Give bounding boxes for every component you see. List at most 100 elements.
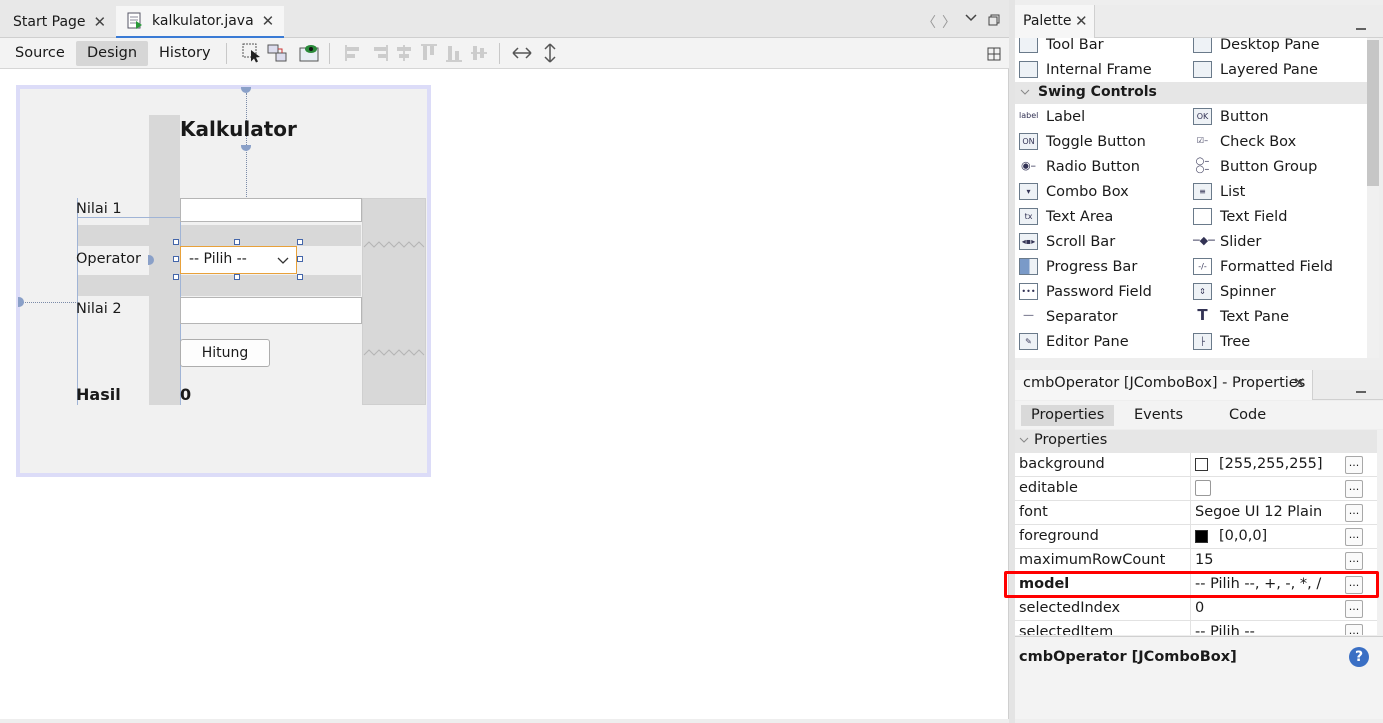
close-icon[interactable]: ✕ (1293, 374, 1306, 392)
palette-item-layered-pane[interactable]: Layered Pane (1193, 57, 1318, 82)
hitung-button[interactable]: Hitung (180, 339, 270, 367)
property-row-editable[interactable]: editable ... (1015, 477, 1377, 501)
palette-item-text-area[interactable]: tx Text Area (1019, 204, 1113, 229)
tab-start-page[interactable]: Start Page ✕ (3, 6, 116, 38)
properties-scrollbar[interactable] (1377, 430, 1383, 635)
property-row-background[interactable]: background [255,255,255] ... (1015, 453, 1377, 477)
palette-item-spinner[interactable]: ⇕ Spinner (1193, 279, 1276, 304)
properties-window-tab[interactable]: cmbOperator [JComboBox] - Properties ✕ (1015, 370, 1313, 400)
scroll-tabs-left-icon[interactable]: 〈 (922, 12, 936, 32)
resize-vertical-icon[interactable] (540, 43, 560, 63)
palette-item-tree[interactable]: ├ Tree (1193, 329, 1250, 354)
property-row-selected-index[interactable]: selectedIndex 0 ... (1015, 597, 1377, 621)
resize-handle[interactable] (297, 256, 303, 262)
help-icon[interactable]: ? (1349, 647, 1369, 667)
center-vertical-icon[interactable] (469, 43, 489, 63)
form-title-label[interactable]: Kalkulator (180, 117, 297, 141)
palette-item-combo-box[interactable]: ▾ Combo Box (1019, 179, 1129, 204)
hasil-value[interactable]: 0 (180, 385, 191, 404)
palette-tab[interactable]: Palette ✕ (1015, 5, 1095, 38)
chevron-down-icon[interactable] (964, 13, 978, 23)
property-row-maximum-row-count[interactable]: maximumRowCount 15 ... (1015, 549, 1377, 573)
palette-item-scroll-bar[interactable]: ◂▪▸ Scroll Bar (1019, 229, 1115, 254)
property-row-font[interactable]: font Segoe UI 12 Plain ... (1015, 501, 1377, 525)
label-operator[interactable]: Operator (76, 251, 141, 267)
resize-horizontal-icon[interactable] (512, 43, 532, 63)
scroll-tabs-right-icon[interactable]: 〉 (942, 12, 956, 32)
close-icon[interactable]: ✕ (94, 13, 107, 31)
align-left-icon[interactable] (344, 43, 364, 63)
palette-item-radio-button[interactable]: ◉– Radio Button (1019, 154, 1140, 179)
label-nilai-1[interactable]: Nilai 1 (76, 201, 122, 217)
view-source[interactable]: Source (4, 41, 76, 66)
editable-checkbox[interactable] (1195, 480, 1211, 496)
palette-item-slider[interactable]: ─◆─ Slider (1193, 229, 1261, 254)
palette-item-button-group[interactable]: ○– ○– Button Group (1193, 154, 1318, 179)
property-editor-button[interactable]: ... (1345, 624, 1363, 635)
view-design[interactable]: Design (76, 41, 149, 66)
palette-item-check-box[interactable]: ☑– Check Box (1193, 129, 1296, 154)
palette-item-formatted-field[interactable]: -/- Formatted Field (1193, 254, 1333, 279)
operator-combo-box[interactable]: -- Pilih -- (180, 246, 297, 274)
maximize-icon[interactable] (988, 14, 1000, 26)
label-nilai-2[interactable]: Nilai 2 (76, 301, 122, 317)
palette-item-toggle-button[interactable]: ON Toggle Button (1019, 129, 1146, 154)
property-editor-button[interactable]: ... (1345, 456, 1363, 474)
center-horizontal-icon[interactable] (394, 43, 414, 63)
tab-properties[interactable]: Properties (1021, 405, 1115, 426)
tab-kalkulator-java[interactable]: kalkulator.java ✕ (116, 6, 285, 38)
palette-item-list[interactable]: ≡ List (1193, 179, 1245, 204)
palette-item-editor-pane[interactable]: ✎ Editor Pane (1019, 329, 1129, 354)
align-top-icon[interactable] (419, 43, 439, 63)
align-right-icon[interactable] (369, 43, 389, 63)
resize-handle[interactable] (173, 274, 179, 280)
color-swatch (1195, 530, 1208, 543)
tab-code[interactable]: Code (1219, 405, 1276, 426)
close-icon[interactable]: ✕ (1075, 12, 1088, 30)
property-editor-button[interactable]: ... (1345, 480, 1363, 498)
palette-item-internal-frame[interactable]: Internal Frame (1019, 57, 1152, 82)
preview-design-icon[interactable] (299, 43, 319, 63)
resize-handle[interactable] (173, 256, 179, 262)
palette-item-separator[interactable]: ── Separator (1019, 304, 1118, 329)
property-editor-button[interactable]: ... (1345, 504, 1363, 522)
resize-handle[interactable] (297, 239, 303, 245)
align-bottom-icon[interactable] (444, 43, 464, 63)
slider-icon: ─◆─ (1193, 234, 1215, 247)
palette-item-progress-bar[interactable]: Progress Bar (1019, 254, 1137, 279)
property-editor-button[interactable]: ... (1345, 528, 1363, 546)
property-editor-button[interactable]: ... (1345, 600, 1363, 618)
grid-toggle-icon[interactable] (987, 47, 1001, 61)
selection-mode-icon[interactable] (242, 43, 262, 63)
palette-scrollbar-thumb[interactable] (1367, 40, 1379, 186)
item-label: Button (1220, 108, 1269, 125)
label-hasil[interactable]: Hasil (76, 385, 121, 404)
property-row-selected-item[interactable]: selectedItem -- Pilih -- ... (1015, 621, 1377, 635)
resize-handle[interactable] (173, 239, 179, 245)
palette-section-swing-controls[interactable]: Swing Controls (1015, 82, 1368, 104)
palette-item-desktop-pane[interactable]: Desktop Pane (1193, 38, 1320, 57)
alignment-guide (78, 217, 182, 218)
toggle-button-icon: ON (1019, 133, 1038, 150)
palette-item-text-field[interactable]: Text Field (1193, 204, 1287, 229)
palette-item-text-pane[interactable]: T Text Pane (1193, 304, 1289, 329)
tab-events[interactable]: Events (1124, 405, 1193, 426)
resize-handle[interactable] (234, 239, 240, 245)
minimize-icon[interactable] (1355, 19, 1367, 31)
properties-section-header[interactable]: Properties (1015, 430, 1377, 453)
property-row-foreground[interactable]: foreground [0,0,0] ... (1015, 525, 1377, 549)
nilai-1-field[interactable] (180, 198, 362, 222)
palette-item-password-field[interactable]: ••• Password Field (1019, 279, 1152, 304)
connection-mode-icon[interactable] (267, 43, 287, 63)
close-icon[interactable]: ✕ (262, 12, 275, 30)
palette-item-tool-bar[interactable]: Tool Bar (1019, 38, 1104, 57)
resize-handle[interactable] (234, 274, 240, 280)
minimize-icon[interactable] (1355, 382, 1367, 394)
item-label: Text Area (1046, 208, 1114, 225)
view-history[interactable]: History (148, 41, 222, 66)
nilai-2-field[interactable] (180, 297, 362, 324)
palette-item-label[interactable]: label Label (1019, 104, 1085, 129)
palette-item-button[interactable]: OK Button (1193, 104, 1269, 129)
resize-handle[interactable] (297, 274, 303, 280)
property-editor-button[interactable]: ... (1345, 552, 1363, 570)
